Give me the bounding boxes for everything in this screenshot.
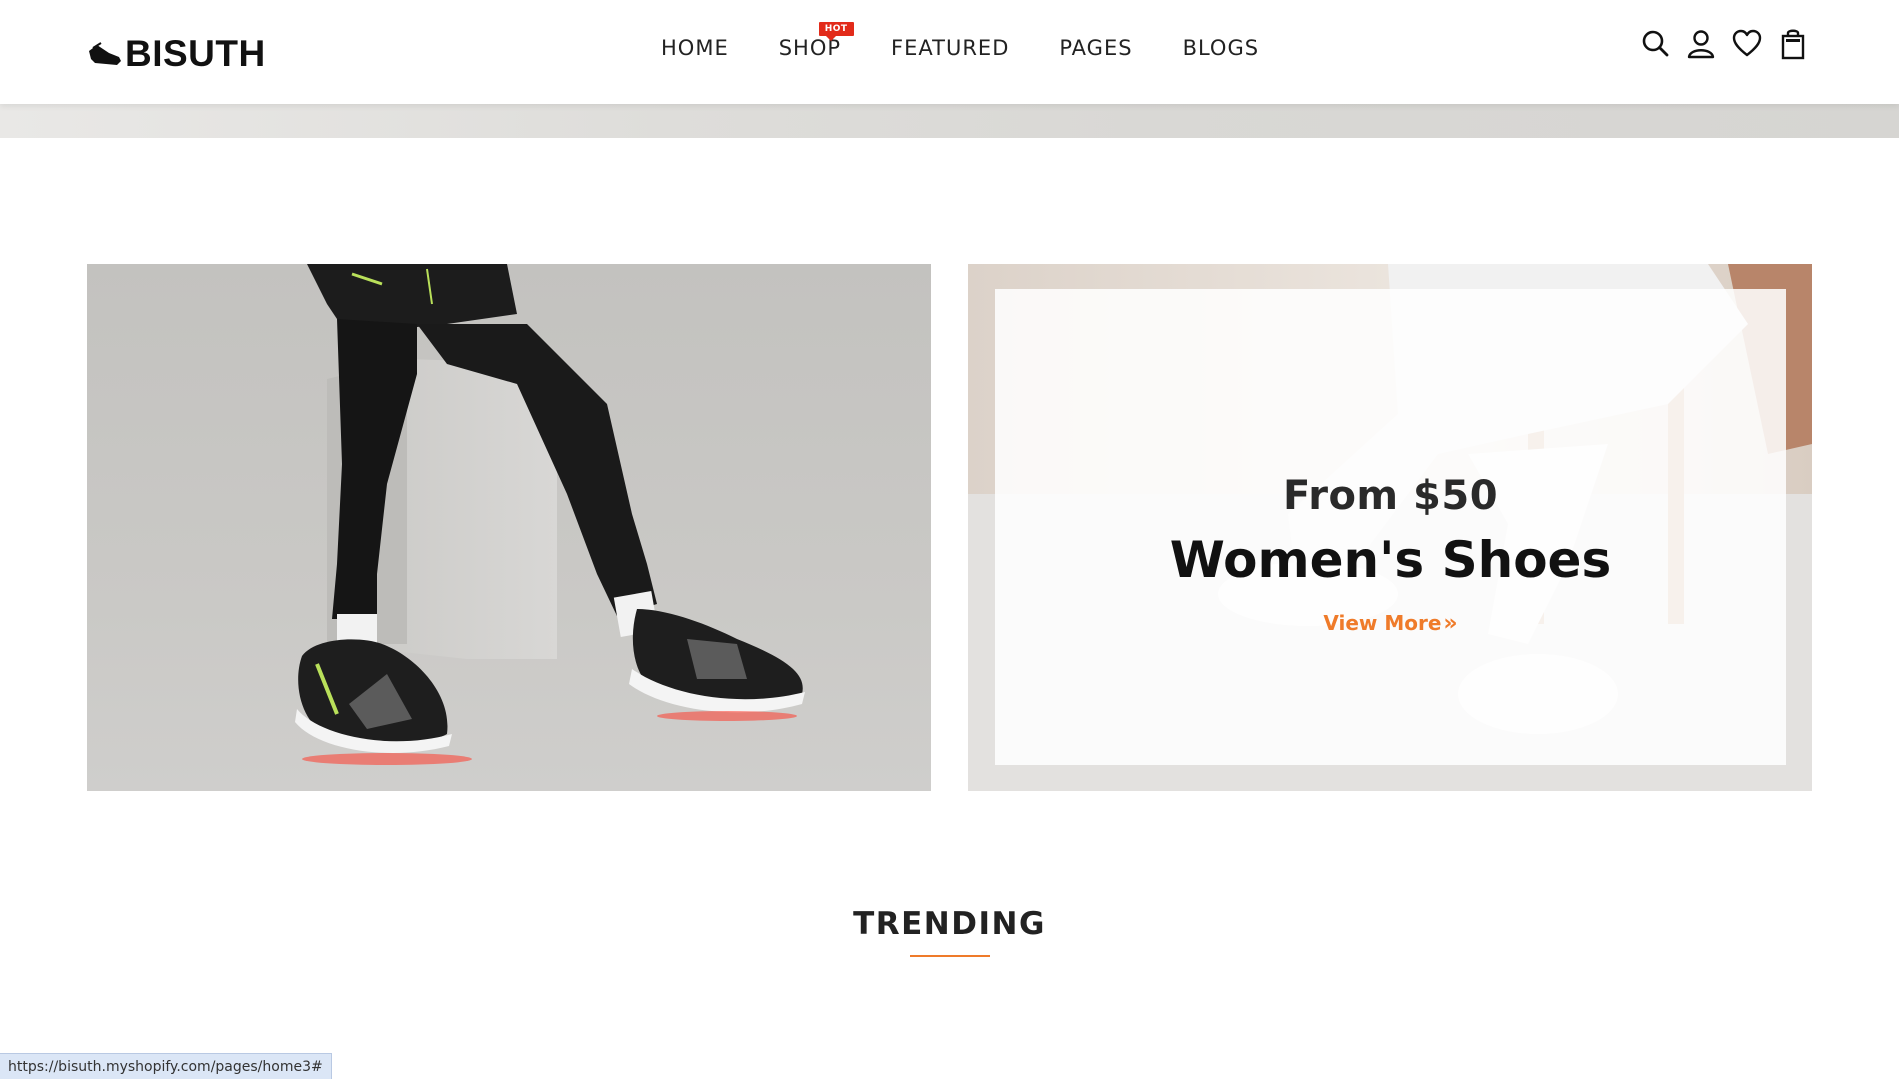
banner-price: From $50	[1282, 473, 1499, 519]
banner-title: Women's Shoes	[1169, 531, 1612, 589]
view-more-label: View More	[1323, 611, 1442, 635]
nav-pages[interactable]: PAGES	[1059, 36, 1132, 60]
cart-bag-icon[interactable]	[1778, 28, 1808, 60]
nav-shop[interactable]: SHOP HOT	[779, 22, 854, 60]
nav-blogs[interactable]: BLOGS	[1183, 36, 1260, 60]
banner-text-box: From $50 Women's Shoes View More»	[995, 289, 1786, 765]
slider-bottom-strip	[0, 104, 1899, 138]
brand-name: BISUTH	[125, 33, 266, 74]
wishlist-heart-icon[interactable]	[1732, 28, 1762, 60]
double-chevron-right-icon: »	[1443, 611, 1458, 636]
heading-underline	[910, 955, 990, 957]
main-nav: HOME SHOP HOT FEATURED PAGES BLOGS	[661, 22, 1260, 60]
banner-men-shoes[interactable]	[87, 264, 931, 791]
site-header: BISUTH HOME SHOP HOT FEATURED PAGES BLOG…	[0, 0, 1899, 104]
search-icon[interactable]	[1640, 28, 1670, 60]
nav-featured[interactable]: FEATURED	[891, 36, 1009, 60]
brand-logo[interactable]: BISUTH	[87, 33, 266, 74]
account-icon[interactable]	[1686, 28, 1716, 60]
page: BISUTH HOME SHOP HOT FEATURED PAGES BLOG…	[0, 0, 1899, 1079]
header-icons	[1640, 28, 1808, 60]
trending-heading: TRENDING	[853, 906, 1046, 942]
hot-badge: HOT	[818, 22, 854, 41]
shoe-logo-icon	[89, 42, 121, 65]
banner-womens-shoes[interactable]: From $50 Women's Shoes View More»	[968, 264, 1812, 791]
men-sneakers-image	[87, 264, 931, 791]
browser-status-url: https://bisuth.myshopify.com/pages/home3…	[0, 1053, 332, 1079]
view-more-link[interactable]: View More»	[995, 611, 1786, 636]
nav-home[interactable]: HOME	[661, 36, 729, 60]
